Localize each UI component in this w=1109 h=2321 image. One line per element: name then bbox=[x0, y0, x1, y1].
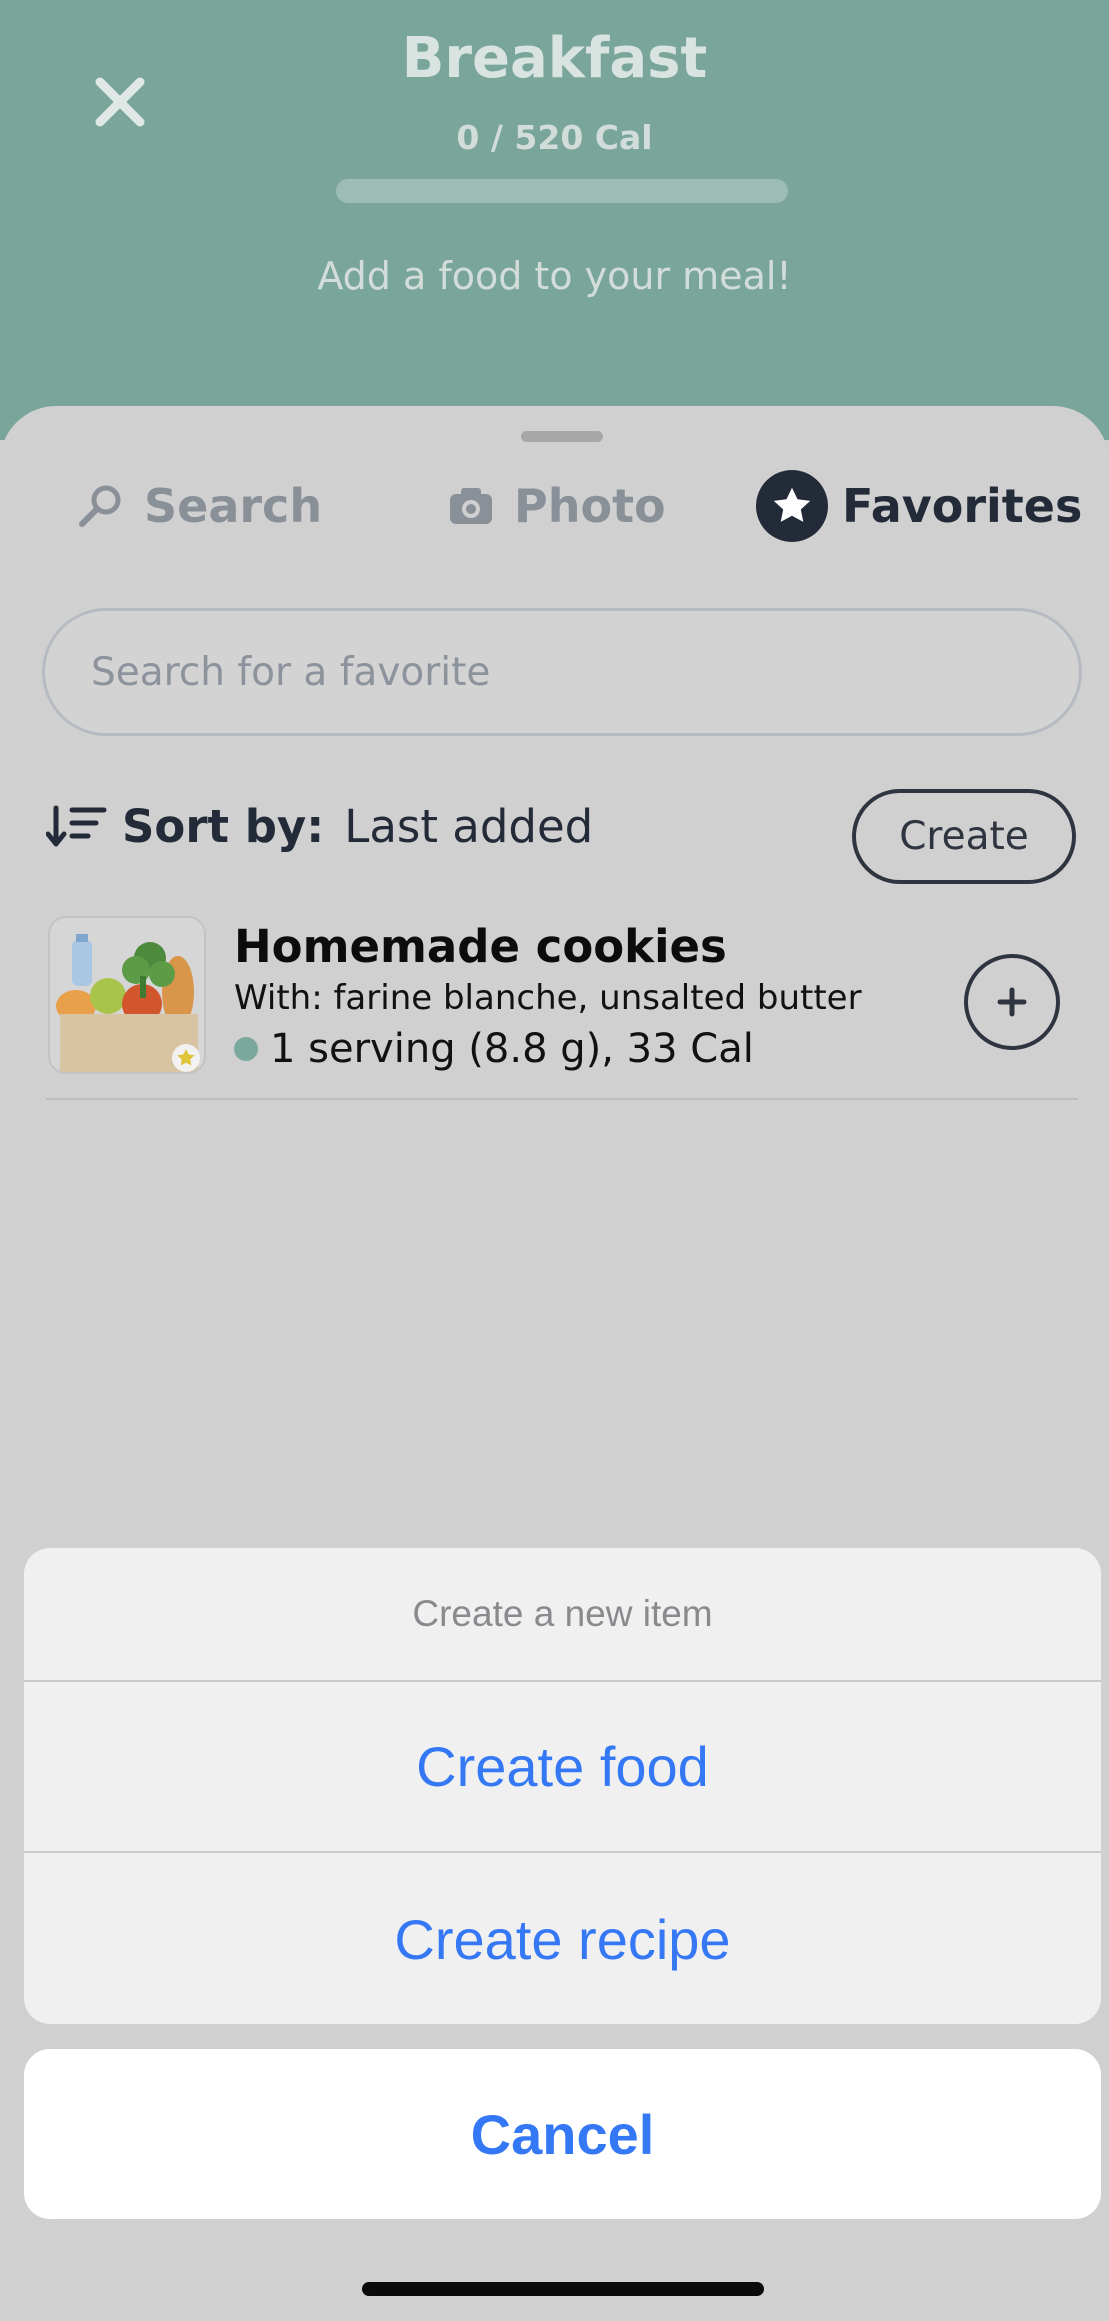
food-picker-sheet: Search Photo Favorites Search for a favo… bbox=[0, 406, 1109, 2321]
tab-photo[interactable]: Photo bbox=[448, 456, 666, 556]
list-item[interactable]: Homemade cookies With: farine blanche, u… bbox=[46, 910, 1078, 1100]
create-button[interactable]: Create bbox=[852, 789, 1076, 884]
plus-icon bbox=[997, 987, 1027, 1017]
favorite-search-input[interactable]: Search for a favorite bbox=[42, 608, 1082, 736]
meal-header: Breakfast 0 / 520 Cal Add a food to your… bbox=[0, 0, 1109, 440]
meal-title: Breakfast bbox=[401, 26, 708, 91]
food-serving-row: 1 serving (8.8 g), 33 Cal bbox=[234, 1026, 754, 1072]
cancel-button[interactable]: Cancel bbox=[24, 2049, 1101, 2219]
tab-favorites-label: Favorites bbox=[842, 479, 1083, 533]
add-food-button[interactable] bbox=[964, 954, 1060, 1050]
create-recipe-button[interactable]: Create recipe bbox=[24, 1854, 1101, 2024]
star-icon bbox=[756, 470, 828, 542]
search-icon bbox=[79, 485, 121, 527]
sheet-grabber[interactable] bbox=[521, 431, 603, 442]
search-placeholder: Search for a favorite bbox=[91, 649, 491, 695]
groceries-bag-icon bbox=[48, 916, 206, 1074]
sort-label: Sort by: bbox=[122, 799, 325, 853]
tab-search-label: Search bbox=[144, 479, 323, 533]
action-sheet: Create a new item Create food Create rec… bbox=[24, 1548, 1101, 2024]
food-serving: 1 serving (8.8 g), 33 Cal bbox=[270, 1026, 754, 1072]
meal-hint: Add a food to your meal! bbox=[317, 254, 792, 298]
action-sheet-title: Create a new item bbox=[24, 1548, 1101, 1682]
camera-icon bbox=[450, 488, 492, 524]
serving-dot bbox=[234, 1037, 258, 1061]
tab-search[interactable]: Search bbox=[76, 456, 322, 556]
sort-icon bbox=[46, 805, 107, 847]
food-ingredients: With: farine blanche, unsalted butter bbox=[234, 978, 862, 1018]
create-food-button[interactable]: Create food bbox=[24, 1682, 1101, 1853]
calorie-progress-bar bbox=[336, 179, 788, 203]
sort-value: Last added bbox=[344, 799, 594, 853]
tab-photo-label: Photo bbox=[514, 479, 666, 533]
tab-favorites[interactable]: Favorites bbox=[756, 456, 1082, 556]
home-indicator bbox=[362, 2282, 764, 2296]
calorie-count: 0 / 520 Cal bbox=[456, 118, 653, 157]
sort-control[interactable]: Sort by: Last added bbox=[46, 786, 593, 866]
food-name: Homemade cookies bbox=[234, 920, 727, 973]
